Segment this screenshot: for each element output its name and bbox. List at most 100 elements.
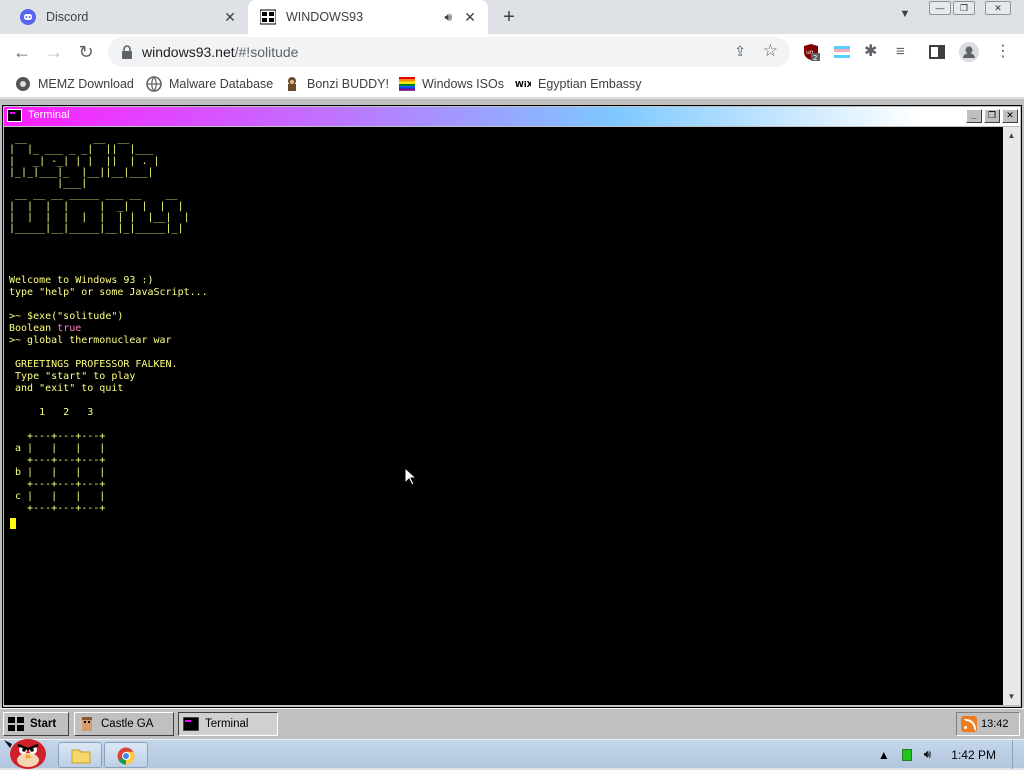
blank-line [9,347,208,359]
show-hidden-icons-icon[interactable]: ▲ [878,748,890,762]
back-button[interactable]: ← [10,40,34,64]
folder-icon [71,749,91,764]
memz-icon [16,77,30,91]
bookmark-label: MEMZ Download [38,77,134,91]
minimize-window-button[interactable]: — [929,1,951,15]
help-hint-line: type "help" or some JavaScript... [9,287,208,298]
tab-discord[interactable]: Discord ✕ [8,0,248,34]
bookmark-memz-download[interactable]: MEMZ Download [15,75,134,93]
profile-avatar-icon[interactable] [959,42,979,62]
scroll-up-arrow-icon[interactable]: ▲ [1003,127,1020,144]
windows93-taskbar: Start Castle GA Terminal 13:42 [0,708,1024,739]
bookmark-label: Windows ISOs [422,77,504,91]
terminal-title: Terminal [28,109,70,121]
browser-tab-strip: Discord ✕ WINDOWS93 🔊︎ ✕ + ▼ — ❐ ✕ [0,0,1024,34]
reload-button[interactable]: ↻ [74,40,98,64]
ublock-extension-icon[interactable]: uo2 [802,43,820,61]
instruction-line: Type "start" to play [9,371,136,382]
terminal-close-button[interactable]: ✕ [1002,109,1018,123]
bookmarks-bar: MEMZ Download Malware Database Bonzi BUD… [0,70,1024,98]
tab-title: Discord [46,10,89,24]
result-type: Boolean [9,323,58,334]
hello-world-ascii-art: __ __ __ | |_ ___ _ _| || |___ | _| -_| … [9,133,190,235]
file-explorer-button[interactable] [58,742,102,768]
windows93-favicon [260,9,276,25]
mouse-cursor-icon [404,467,418,486]
bookmark-label: Bonzi BUDDY! [307,77,389,91]
close-tab-icon[interactable]: ✕ [222,9,238,25]
greeting-line: GREETINGS PROFESSOR FALKEN. [9,359,178,370]
taskbar-item-terminal[interactable]: Terminal [178,712,278,736]
bookmark-label: Malware Database [169,77,274,91]
os-system-tray: ▲ 🔊︎ 1:42 PM [872,740,1024,769]
url-path: /#!solitude [234,44,299,60]
terminal-output[interactable]: __ __ __ | |_ ___ _ _| || |___ | _| -_| … [4,127,1003,705]
globe-icon [146,76,162,92]
os-clock[interactable]: 1:42 PM [951,748,996,762]
extension-badge: 2 [813,54,817,61]
terminal-minimize-button[interactable]: _ [966,109,982,123]
os-taskbar: ▲ 🔊︎ 1:42 PM [0,739,1024,769]
bookmark-bonzi-buddy[interactable]: Bonzi BUDDY! [284,75,389,93]
volume-icon[interactable]: 🔊︎ [924,747,932,762]
close-tab-icon[interactable]: ✕ [462,9,478,25]
svg-text:WiX: WiX [515,80,531,89]
result-value: true [57,323,82,334]
browser-toolbar: ← → ↻ windows93.net/#!solitude ⇪ ☆ uo 2 ✱… [0,34,1024,70]
terminal-window: Terminal _ ❐ ✕ __ __ __ | |_ ___ _ _| ||… [2,105,1022,708]
forward-button[interactable]: → [42,40,66,64]
bookmark-malware-database[interactable]: Malware Database [146,75,273,93]
taskbar-item-castle-ga[interactable]: Castle GA [74,712,174,736]
bookmark-star-icon[interactable]: ☆ [763,41,778,61]
url-text[interactable]: windows93.net/#!solitude [142,44,298,60]
wix-icon: WiX [515,80,531,89]
scroll-down-arrow-icon[interactable]: ▼ [1003,688,1020,705]
discord-icon [20,9,36,25]
windows-flag-icon [399,77,415,91]
blank-line [9,299,208,311]
taskbar-item-label: Castle GA [101,718,154,730]
command-line: >~ global thermonuclear war [9,335,172,346]
terminal-scrollbar[interactable]: ▲ ▼ [1003,127,1020,705]
media-control-icon[interactable]: ≡ [896,43,914,61]
start-label: Start [30,718,57,730]
bookmark-egyptian-embassy[interactable]: WiX Egyptian Embassy [515,75,642,93]
extensions-puzzle-icon[interactable]: ✱ [864,43,882,61]
terminal-cursor[interactable] [10,518,16,529]
terminal-maximize-button[interactable]: ❐ [984,109,1000,123]
terminal-icon [183,717,199,731]
chevron-down-icon[interactable]: ▼ [896,8,914,26]
menu-kebab-icon[interactable]: ⋮ [994,43,1012,61]
bonzi-icon [288,77,296,91]
side-panel-icon[interactable] [928,43,946,61]
flag-extension-icon[interactable] [833,43,851,61]
taskbar-item-label: Terminal [205,718,249,730]
rss-feed-icon[interactable] [961,716,977,732]
tab-title: WINDOWS93 [286,10,364,24]
windows93-clock: 13:42 [981,718,1009,730]
share-icon[interactable]: ⇪ [734,43,746,60]
tic-tac-toe-board: 1 2 3 +---+---+---+ a | | | | +---+---+-… [15,407,106,514]
castle-ga-icon [82,717,92,731]
windows93-system-tray: 13:42 [956,712,1020,736]
windows93-desktop: Terminal _ ❐ ✕ __ __ __ | |_ ___ _ _| ||… [0,99,1024,739]
url-host: windows93.net [142,44,235,60]
tab-windows93[interactable]: WINDOWS93 🔊︎ ✕ [248,0,488,34]
chrome-taskbar-button[interactable] [104,742,148,768]
command-line: >~ $exe("solitude") [9,311,124,322]
speaker-icon[interactable]: 🔊︎ [444,10,452,25]
new-tab-button[interactable]: + [498,6,520,28]
terminal-titlebar[interactable]: Terminal _ ❐ ✕ [4,107,1020,126]
instruction-line: and "exit" to quit [9,383,124,394]
close-window-button[interactable]: ✕ [985,1,1011,15]
welcome-line: Welcome to Windows 93 :) [9,275,154,286]
show-desktop-button[interactable] [1012,740,1024,769]
result-line: Boolean true [9,323,208,335]
restore-window-button[interactable]: ❐ [953,1,975,15]
bookmark-windows-isos[interactable]: Windows ISOs [399,75,504,93]
battery-icon[interactable] [901,748,912,761]
lock-icon[interactable] [120,44,134,60]
terminal-icon [7,109,22,122]
address-bar[interactable]: windows93.net/#!solitude ⇪ ☆ [108,37,790,67]
angry-bird-start-orb-icon[interactable] [2,732,50,770]
